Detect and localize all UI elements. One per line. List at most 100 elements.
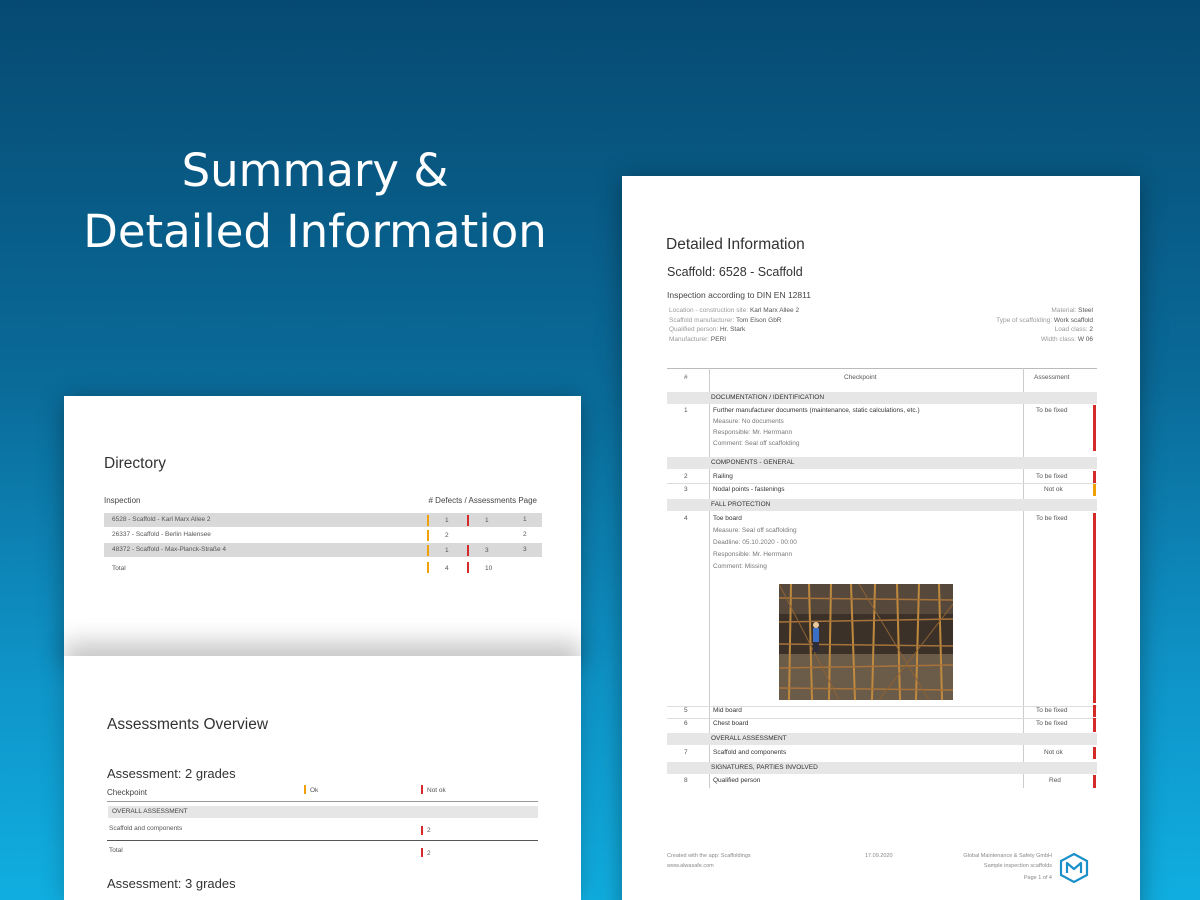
row-number: 5 bbox=[684, 707, 688, 714]
row-number: 1 bbox=[684, 407, 688, 414]
assessment-marker bbox=[467, 545, 469, 556]
section-signatures: SIGNATURES, PARTIES INVOLVED bbox=[667, 762, 1097, 774]
row-number: 6 bbox=[684, 720, 688, 727]
item-value: 2 bbox=[427, 827, 431, 834]
footer-website[interactable]: www.alwasafe.com bbox=[667, 863, 714, 869]
assessment-value: To be fixed bbox=[1036, 407, 1068, 414]
assessment-value: To be fixed bbox=[1036, 515, 1068, 522]
row-name: 26337 - Scaffold - Berlin Halensee bbox=[112, 531, 211, 538]
status-bar-red bbox=[1093, 775, 1096, 788]
item-marker bbox=[421, 826, 423, 835]
assessment-value: To be fixed bbox=[1036, 707, 1068, 714]
assessment-value: Not ok bbox=[1044, 749, 1063, 756]
col-inspection: Inspection bbox=[104, 496, 141, 505]
footer-page-number: Page 1 of 4 bbox=[1023, 875, 1052, 881]
detail-page: Detailed Information Scaffold: 6528 - Sc… bbox=[622, 176, 1140, 900]
row-page: 3 bbox=[523, 546, 527, 553]
meta-left: Location - construction site: Karl Marx … bbox=[669, 307, 799, 345]
status-bar-red bbox=[1093, 747, 1096, 759]
not-ok-label: Not ok bbox=[427, 787, 446, 794]
col-divider bbox=[709, 368, 710, 788]
meta-type: Type of scaffolding: Work scaffold bbox=[996, 316, 1093, 324]
checkpoint-text: Further manufacturer documents (maintena… bbox=[713, 407, 920, 414]
item-label: Scaffold and components bbox=[109, 825, 183, 832]
headline-line-1: Summary & bbox=[181, 144, 449, 197]
section-documentation: DOCUMENTATION / IDENTIFICATION bbox=[667, 392, 1097, 404]
directory-row[interactable]: 6528 - Scaffold - Karl Marx Allee 2 1 1 … bbox=[104, 513, 542, 527]
responsible-text: Responsible: Mr. Herrmann bbox=[713, 429, 793, 436]
meta-right: Material: Steel Type of scaffolding: Wor… bbox=[996, 307, 1093, 345]
section-overall: OVERALL ASSESSMENT bbox=[108, 806, 538, 818]
section-overall: OVERALL ASSESSMENT bbox=[667, 733, 1097, 745]
row-page: 1 bbox=[523, 516, 527, 523]
directory-row[interactable]: 26337 - Scaffold - Berlin Halensee 2 2 bbox=[104, 528, 542, 542]
total-label: Total bbox=[109, 847, 123, 854]
row-defects: 1 bbox=[445, 517, 449, 524]
checkpoint-text: Chest board bbox=[713, 720, 749, 727]
footer-created-with: Created with the app: Scaffoldings bbox=[667, 853, 751, 859]
comment-text: Comment: Missing bbox=[713, 563, 767, 570]
assessments-title: Assessments Overview bbox=[107, 716, 269, 733]
checkpoint-text: Mid board bbox=[713, 707, 742, 714]
defect-marker bbox=[427, 562, 429, 573]
checkpoint-label: Checkpoint bbox=[107, 788, 148, 797]
meta-location: Location - construction site: Karl Marx … bbox=[669, 307, 800, 314]
row-defects: 1 bbox=[445, 547, 449, 554]
headline: Summary & Detailed Information bbox=[60, 140, 570, 262]
meta-width-class: Width class: W 06 bbox=[1040, 335, 1093, 343]
defect-marker bbox=[427, 530, 429, 541]
meta-brand: Manufacturer: PERI bbox=[669, 335, 727, 343]
footer-document: Sample inspection scaffolds bbox=[983, 863, 1052, 869]
directory-page: Directory Inspection # Defects / Assessm… bbox=[64, 396, 581, 658]
table-top-line bbox=[667, 368, 1097, 369]
status-bar-red bbox=[1093, 705, 1096, 717]
assessment-value: To be fixed bbox=[1036, 473, 1068, 480]
col-divider bbox=[1023, 368, 1024, 788]
assessments-page: Assessments Overview Assessment: 2 grade… bbox=[64, 656, 581, 900]
row-defects: 2 bbox=[445, 532, 449, 539]
grades-3-title: Assessment: 3 grades bbox=[107, 876, 236, 891]
col-defects-page: # Defects / Assessments Page bbox=[428, 496, 538, 505]
checkpoint-text: Toe board bbox=[713, 515, 742, 522]
assessment-marker bbox=[467, 515, 469, 526]
measure-text: Measure: Seal off scaffolding bbox=[713, 527, 797, 534]
row-name: 48372 - Scaffold - Max-Planck-Straße 4 bbox=[112, 546, 227, 553]
col-number: # bbox=[684, 374, 688, 381]
directory-row[interactable]: 48372 - Scaffold - Max-Planck-Straße 4 1… bbox=[104, 543, 542, 557]
row-number: 8 bbox=[684, 777, 688, 784]
total-assessments: 10 bbox=[485, 565, 493, 572]
status-bar-red bbox=[1093, 405, 1096, 451]
company-logo-icon bbox=[1059, 852, 1089, 884]
not-ok-marker bbox=[421, 785, 423, 794]
ok-label: Ok bbox=[310, 787, 319, 794]
row-assessments: 1 bbox=[485, 517, 489, 524]
section-fall-protection: FALL PROTECTION bbox=[667, 499, 1097, 511]
measure-text: Measure: No documents bbox=[713, 418, 784, 425]
col-checkpoint: Checkpoint bbox=[844, 374, 877, 381]
status-bar-red bbox=[1093, 513, 1096, 703]
row-line bbox=[667, 483, 1097, 484]
divider bbox=[107, 840, 538, 841]
scaffold-photo[interactable] bbox=[779, 584, 953, 700]
directory-title: Directory bbox=[104, 455, 167, 472]
status-bar-orange bbox=[1093, 484, 1096, 496]
directory-total-row: Total 4 10 bbox=[104, 562, 542, 576]
meta-material: Material: Steel bbox=[1051, 307, 1093, 314]
checkpoint-text: Nodal points - fastenings bbox=[713, 486, 785, 493]
assessment-value: To be fixed bbox=[1036, 720, 1068, 727]
defect-marker bbox=[427, 515, 429, 526]
row-number: 2 bbox=[684, 473, 688, 480]
responsible-text: Responsible: Mr. Herrmann bbox=[713, 551, 793, 558]
total-value: 2 bbox=[427, 850, 431, 857]
status-bar-red bbox=[1093, 718, 1096, 732]
row-number: 4 bbox=[684, 515, 688, 522]
deadline-text: Deadline: 05.10.2020 - 00:00 bbox=[713, 539, 797, 546]
col-assessment: Assessment bbox=[1034, 374, 1070, 381]
divider bbox=[107, 801, 538, 802]
scaffold-title: Scaffold: 6528 - Scaffold bbox=[667, 265, 803, 279]
section-components: COMPONENTS - GENERAL bbox=[667, 457, 1097, 469]
meta-qualified-person: Qualified person: Hr. Stark bbox=[669, 326, 746, 333]
total-label: Total bbox=[112, 565, 126, 572]
checkpoint-text: Scaffold and components bbox=[713, 749, 787, 756]
total-defects: 4 bbox=[445, 565, 449, 572]
